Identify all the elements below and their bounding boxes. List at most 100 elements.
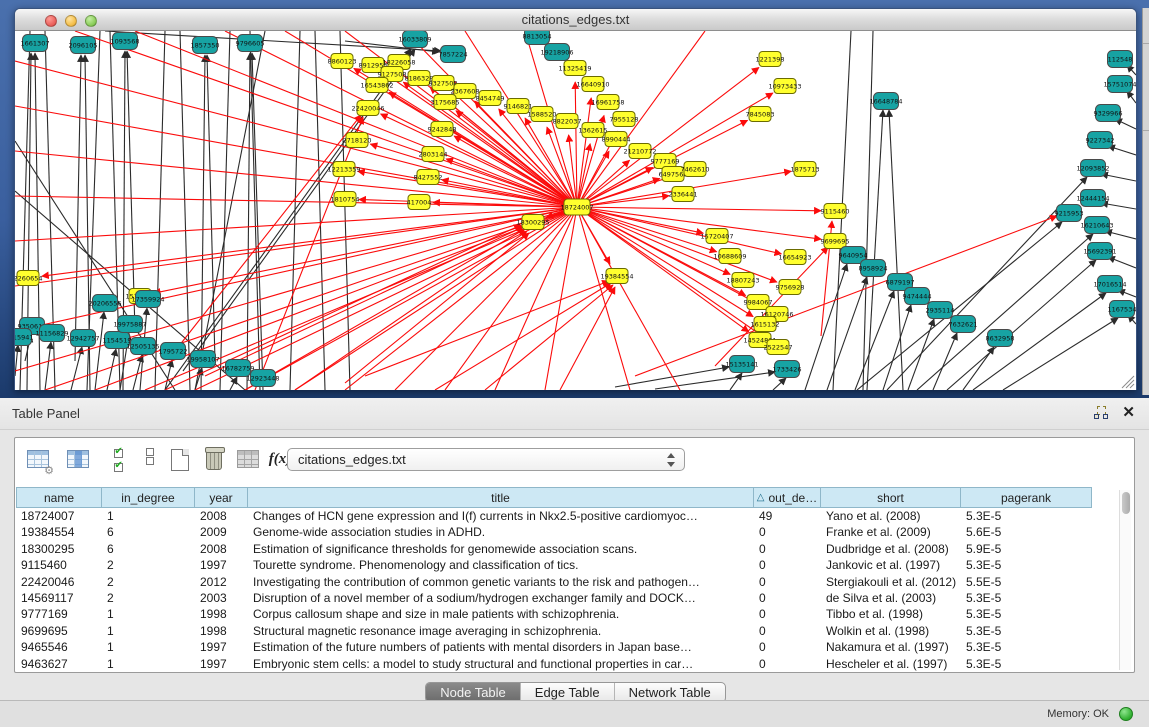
graph-edge[interactable]	[315, 31, 325, 390]
graph-node[interactable]: 15751074	[1103, 76, 1136, 93]
table-row[interactable]: 969969511998Structural magnetic resonanc…	[16, 623, 1121, 639]
network-view-canvas[interactable]: 8860123891295418226058912750816543862818…	[15, 31, 1136, 390]
graph-edge[interactable]	[1108, 257, 1136, 268]
graph-node[interactable]: 2260654	[15, 271, 42, 286]
graph-node[interactable]: 16961758	[591, 95, 624, 110]
graph-node[interactable]: 1167534	[1108, 301, 1136, 318]
column-selector-icon[interactable]	[65, 447, 91, 473]
deselect-all-icon[interactable]	[137, 447, 163, 473]
graph-node[interactable]: 1733426	[773, 361, 802, 378]
graph-edge[interactable]	[863, 31, 873, 390]
graph-node[interactable]: 18724007	[560, 199, 593, 215]
scrollbar-thumb[interactable]	[1122, 492, 1130, 514]
graph-node[interactable]: 12923448	[246, 370, 279, 387]
graph-node[interactable]: 8958924	[859, 260, 888, 277]
graph-node[interactable]: 2522547	[764, 340, 793, 355]
graph-node[interactable]: 7955128	[610, 112, 639, 127]
graph-node[interactable]: 16210643	[1080, 217, 1113, 234]
graph-edge[interactable]	[15, 207, 577, 371]
graph-edge[interactable]	[165, 225, 521, 390]
column-header-pagerank[interactable]: pagerank	[961, 487, 1092, 508]
graph-node[interactable]: 8822037	[553, 114, 582, 129]
graph-node[interactable]: 9242848	[428, 122, 457, 137]
graph-node[interactable]: 9215953	[1055, 205, 1084, 222]
graph-node[interactable]: 11325419	[558, 61, 591, 76]
graph-node[interactable]: 10973433	[768, 79, 801, 94]
graph-edge[interactable]	[252, 53, 263, 390]
table-row[interactable]: 977716911998Corpus callosum shape and si…	[16, 606, 1121, 622]
graph-edge[interactable]	[655, 372, 775, 389]
graph-node[interactable]: 1221398	[756, 52, 785, 67]
graph-edge[interactable]	[295, 231, 527, 390]
graph-edge[interactable]	[1003, 318, 1118, 390]
graph-edge[interactable]	[560, 287, 615, 390]
table-scrollbar[interactable]	[1119, 490, 1131, 670]
column-header-out_de[interactable]: △out_de…	[754, 487, 821, 508]
graph-edge[interactable]	[1101, 203, 1136, 209]
graph-node[interactable]: 9756928	[776, 280, 805, 295]
resize-grip-icon[interactable]	[1130, 384, 1134, 388]
table-selector-dropdown[interactable]: citations_edges.txt	[287, 448, 685, 471]
graph-edge[interactable]	[577, 31, 705, 207]
graph-node[interactable]: 3915941	[15, 329, 33, 346]
table-row[interactable]: 946554611997Estimation of the future num…	[16, 639, 1121, 655]
graph-node[interactable]: 9115460	[821, 204, 850, 219]
graph-node[interactable]: 1661307	[21, 35, 50, 52]
graph-node[interactable]: 16654923	[778, 250, 811, 265]
graph-edge[interactable]	[105, 31, 441, 51]
network-window-titlebar[interactable]: citations_edges.txt	[15, 9, 1136, 31]
graph-node[interactable]: 8454749	[476, 91, 505, 106]
graph-node[interactable]: 12505135	[126, 338, 159, 355]
graph-node[interactable]: 12444154	[1076, 190, 1109, 207]
graph-edge[interactable]	[577, 207, 821, 211]
graph-node[interactable]: 2096105	[69, 37, 98, 54]
graph-edge[interactable]	[933, 333, 957, 390]
graph-edge[interactable]	[195, 207, 577, 390]
graph-edge[interactable]	[155, 31, 165, 390]
table-settings-icon[interactable]: ⚙	[25, 447, 51, 473]
graph-edge[interactable]	[35, 53, 40, 390]
graph-node[interactable]: 8427552	[414, 170, 443, 185]
float-panel-icon[interactable]	[1094, 406, 1109, 421]
table-row[interactable]: 1830029562008Estimation of significance …	[16, 541, 1121, 557]
graph-edge[interactable]	[365, 281, 609, 376]
graph-edge[interactable]	[247, 53, 250, 390]
table-row[interactable]: 1872400712008Changes of HCN gene express…	[16, 508, 1121, 524]
graph-edge[interactable]	[773, 378, 786, 390]
graph-node[interactable]: 7462610	[681, 162, 710, 177]
column-header-year[interactable]: year	[195, 487, 248, 508]
graph-node[interactable]: 9796605	[236, 35, 265, 52]
graph-edge[interactable]	[889, 110, 903, 390]
graph-node[interactable]: 15692391	[1083, 243, 1116, 260]
graph-node[interactable]: 7845083	[746, 107, 775, 122]
graph-edge[interactable]	[183, 49, 415, 371]
graph-node[interactable]: 19975887	[113, 316, 146, 333]
table-row[interactable]: 2242004622012Investigating the contribut…	[16, 574, 1121, 590]
graph-edge[interactable]	[180, 31, 190, 390]
network-window[interactable]: citations_edges.txt 88601238912954182260…	[14, 8, 1137, 390]
table-row[interactable]: 1938455462009Genome-wide association stu…	[16, 524, 1121, 540]
table-row[interactable]: 946362711997Embryonic stem cells: a mode…	[16, 656, 1121, 672]
graph-edge[interactable]	[435, 283, 611, 390]
graph-node[interactable]: 1093568	[111, 33, 140, 50]
graph-node[interactable]: 112548	[1108, 51, 1133, 68]
memory-status-icon[interactable]	[1119, 707, 1133, 721]
graph-node[interactable]: 3175685	[431, 95, 460, 110]
graph-edge[interactable]	[827, 277, 867, 390]
graph-edge[interactable]	[883, 305, 911, 390]
graph-node[interactable]: 12942757	[66, 330, 99, 347]
graph-node[interactable]: 19218906	[540, 44, 573, 61]
graph-node[interactable]: 1795722	[159, 343, 188, 360]
graph-edge[interactable]	[75, 31, 577, 207]
column-header-in_degree[interactable]: in_degree	[102, 487, 195, 508]
graph-edge[interactable]	[75, 55, 81, 361]
graph-node[interactable]: 1857350	[191, 37, 220, 54]
graph-node[interactable]: 16033809	[398, 31, 431, 48]
graph-node[interactable]: 8860123	[328, 54, 357, 69]
graph-node[interactable]: 16648784	[869, 93, 902, 110]
graph-node[interactable]: 19384554	[600, 269, 633, 284]
graph-node[interactable]: 15135141	[725, 356, 758, 373]
graph-edge[interactable]	[1108, 146, 1136, 155]
graph-node[interactable]: 9227342	[1086, 132, 1115, 149]
table-row[interactable]: 911546021997Tourette syndrome. Phenomeno…	[16, 557, 1121, 573]
